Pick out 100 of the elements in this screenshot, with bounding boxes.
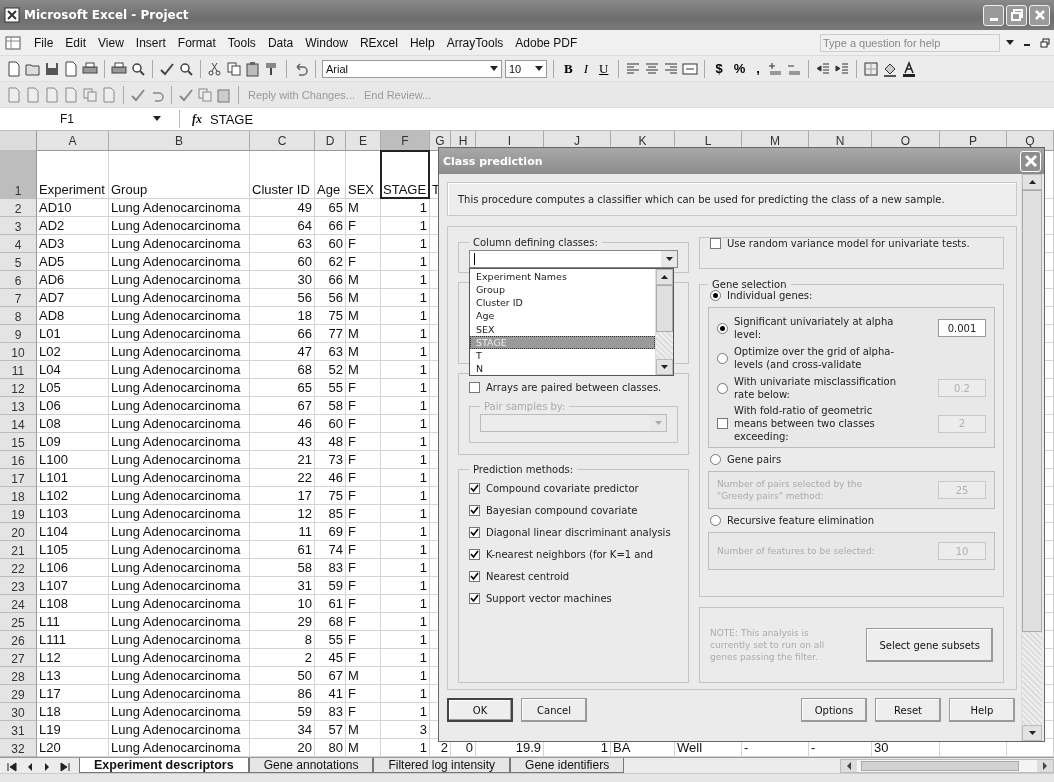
first-sheet-icon[interactable] [6, 762, 18, 772]
magnifier-icon[interactable] [130, 60, 146, 77]
row-header[interactable]: 1 [0, 151, 37, 199]
outdent-icon[interactable] [814, 60, 831, 77]
row-header[interactable]: 24 [0, 595, 37, 613]
restore-button[interactable] [1006, 4, 1027, 26]
row-header[interactable]: 4 [0, 235, 37, 253]
sheet-tab[interactable]: Gene identifiers [510, 758, 625, 773]
column-header[interactable]: C [250, 131, 315, 151]
close-button[interactable] [1029, 4, 1050, 26]
class-column-dropdown[interactable] [469, 250, 678, 268]
undo-icon[interactable] [293, 60, 309, 77]
method-checkbox[interactable]: Diagonal linear discriminant analysis [469, 527, 678, 538]
last-sheet-icon[interactable] [59, 762, 71, 772]
row-header[interactable]: 23 [0, 577, 37, 595]
dropdown-option[interactable]: T [470, 348, 655, 362]
document-icon[interactable] [44, 86, 60, 103]
horizontal-scrollbar[interactable] [840, 759, 1054, 773]
merge-cells-icon[interactable] [682, 60, 699, 77]
row-header[interactable]: 25 [0, 613, 37, 631]
row-header[interactable]: 12 [0, 379, 37, 397]
workbook-icon[interactable] [4, 34, 22, 51]
clipboard-icon[interactable] [245, 60, 261, 77]
row-header[interactable]: 26 [0, 631, 37, 649]
option-radio[interactable]: Significant univariately at alpha level: [717, 315, 907, 341]
select-all-button[interactable] [0, 131, 37, 151]
method-checkbox[interactable]: K-nearest neighbors (for K=1 and [469, 549, 678, 560]
magnifier-icon[interactable] [178, 60, 194, 77]
row-header[interactable]: 19 [0, 505, 37, 523]
save-icon[interactable] [44, 60, 60, 77]
dropdown-option[interactable]: Age [470, 309, 655, 323]
number-format-button[interactable]: , [752, 61, 764, 76]
clipboard-icon[interactable] [216, 86, 232, 103]
copy-icon[interactable] [226, 60, 242, 77]
menu-item[interactable]: Insert [129, 35, 172, 50]
menu-item[interactable]: RExcel [353, 35, 404, 50]
document-icon[interactable] [63, 60, 79, 77]
row-header[interactable]: 5 [0, 253, 37, 271]
row-header[interactable]: 28 [0, 667, 37, 685]
formula-field[interactable]: STAGE [210, 111, 254, 127]
row-header[interactable]: 16 [0, 451, 37, 469]
document-icon[interactable] [101, 86, 117, 103]
text-style-button[interactable]: U [595, 60, 613, 77]
dialog-button[interactable]: Options [801, 698, 867, 722]
menu-item[interactable]: Help [403, 35, 441, 50]
method-checkbox[interactable]: Nearest centroid [469, 571, 678, 582]
row-header[interactable]: 3 [0, 217, 37, 235]
row-header[interactable]: 14 [0, 415, 37, 433]
row-header[interactable]: 17 [0, 469, 37, 487]
column-header[interactable]: A [37, 131, 109, 151]
dropdown-option[interactable]: Experiment Names [470, 270, 655, 284]
help-search-field[interactable]: Type a question for help [820, 33, 1000, 52]
method-checkbox[interactable]: Bayesian compound covariate [469, 505, 678, 516]
document-icon[interactable] [6, 86, 22, 103]
row-header[interactable]: 32 [0, 739, 37, 757]
menu-item[interactable]: Edit [59, 35, 93, 50]
sheet-tab[interactable]: Filtered log intensity [373, 758, 511, 773]
name-box[interactable]: F1 [0, 110, 180, 128]
method-checkbox[interactable]: Compound covariate predictor [469, 483, 678, 494]
menu-item[interactable]: Tools [221, 35, 262, 50]
sheet-tab[interactable]: Experiment descriptors [79, 758, 249, 773]
menu-item[interactable]: ArrayTools [440, 35, 510, 50]
row-header[interactable]: 2 [0, 199, 37, 217]
row-header[interactable]: 15 [0, 433, 37, 451]
option-radio[interactable]: Optimize over the grid of alpha-levels (and cross-validate [717, 345, 907, 371]
insert-function-button[interactable]: fx [192, 111, 202, 127]
menu-item[interactable]: Adobe PDF [509, 35, 584, 50]
menu-item[interactable]: File [28, 35, 60, 50]
menu-item[interactable]: Window [299, 35, 354, 50]
row-header[interactable]: 20 [0, 523, 37, 541]
row-header[interactable]: 9 [0, 325, 37, 343]
copy-icon[interactable] [197, 86, 213, 103]
document-icon[interactable] [63, 86, 79, 103]
row-header[interactable]: 6 [0, 271, 37, 289]
dropdown-option[interactable]: SEX [470, 322, 655, 336]
row-header[interactable]: 7 [0, 289, 37, 307]
row-header[interactable]: 13 [0, 397, 37, 415]
row-header[interactable]: 18 [0, 487, 37, 505]
align-center-icon[interactable] [644, 60, 661, 77]
indent-icon[interactable] [833, 60, 850, 77]
column-header[interactable]: D [315, 131, 346, 151]
number-format-button[interactable]: % [729, 61, 750, 76]
row-header[interactable]: 22 [0, 559, 37, 577]
font-name-field[interactable]: Arial [322, 59, 502, 78]
printer-icon[interactable] [111, 60, 127, 77]
row-header[interactable]: 27 [0, 649, 37, 667]
value-field[interactable]: 0.001 [938, 319, 986, 337]
align-right-icon[interactable] [663, 60, 680, 77]
list-scrollbar[interactable] [655, 269, 673, 375]
minimize-button[interactable] [983, 4, 1004, 26]
restore-icon[interactable] [1040, 37, 1050, 48]
row-header[interactable]: 10 [0, 343, 37, 361]
copy-icon[interactable] [82, 86, 98, 103]
align-left-icon[interactable] [625, 60, 642, 77]
dialog-button[interactable]: Cancel [521, 698, 587, 722]
document-icon[interactable] [6, 60, 22, 77]
dialog-button[interactable]: Reset [875, 698, 941, 722]
font-color-icon[interactable] [900, 60, 917, 77]
menu-item[interactable]: Format [171, 35, 222, 50]
dialog-button[interactable]: Help [949, 698, 1015, 722]
